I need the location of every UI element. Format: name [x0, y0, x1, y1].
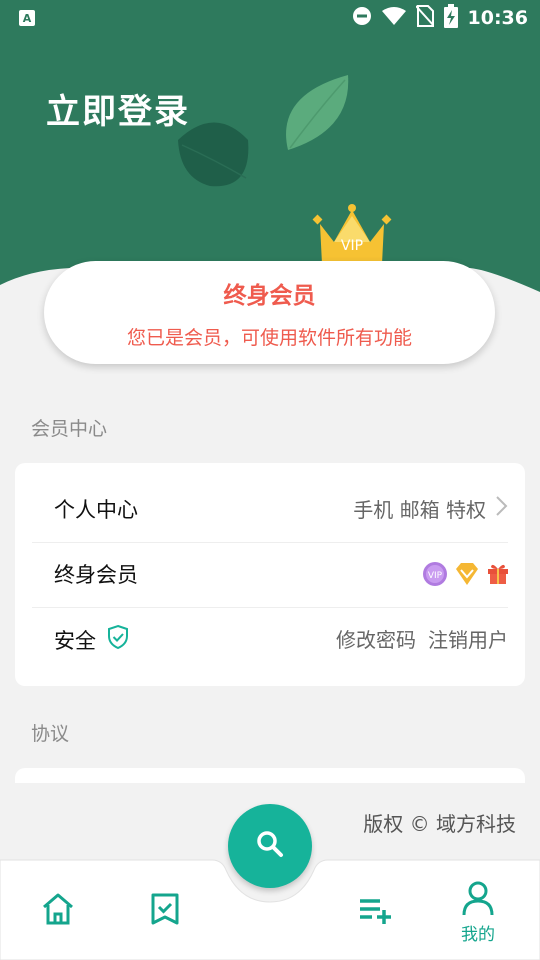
section-label-member-center: 会员中心 — [31, 418, 108, 440]
nav-bookmarks[interactable] — [148, 892, 182, 930]
membership-subtitle: 您已是会员，可使用软件所有功能 — [126, 327, 412, 349]
row-personal-center-label: 个人中心 — [54, 498, 138, 522]
playlist-add-icon — [358, 896, 392, 928]
copyright-text: 版权 © 域方科技 — [363, 812, 516, 836]
vip-badge-icon: VIP — [422, 561, 448, 592]
row-security-label: 安全 — [54, 628, 96, 653]
wifi-icon — [381, 6, 406, 30]
vip-crown-icon: VIP — [312, 202, 392, 268]
shield-check-icon — [106, 624, 130, 655]
membership-card[interactable]: 终身会员 您已是会员，可使用软件所有功能 — [44, 261, 495, 364]
search-icon — [254, 828, 286, 864]
crown-vip-text: VIP — [341, 238, 363, 254]
row-lifetime-member[interactable]: 终身会员 VIP — [32, 543, 508, 608]
battery-charging-icon — [443, 4, 458, 32]
header: A 10:36 立即登录 — [0, 0, 540, 300]
status-bar: A 10:36 — [0, 0, 540, 36]
no-sim-icon — [414, 5, 435, 31]
change-password-link[interactable]: 修改密码 — [336, 624, 416, 653]
nav-home[interactable] — [40, 892, 76, 930]
dnd-icon — [352, 6, 372, 30]
status-time: 10:36 — [467, 7, 528, 29]
delete-account-link[interactable]: 注销用户 — [428, 624, 508, 653]
keyboard-a-icon: A — [18, 9, 36, 31]
svg-text:VIP: VIP — [428, 571, 443, 581]
home-icon — [40, 892, 76, 930]
chevron-right-icon — [494, 495, 508, 522]
row-personal-center-detail: 手机 邮箱 特权 — [353, 498, 486, 522]
svg-text:A: A — [23, 12, 32, 25]
membership-title: 终身会员 — [223, 283, 316, 309]
search-button[interactable] — [228, 804, 312, 888]
login-button[interactable]: 立即登录 — [46, 84, 190, 133]
row-security[interactable]: 安全 修改密码 注销用户 — [32, 608, 508, 673]
gift-icon — [486, 562, 510, 591]
nav-playlist-add[interactable] — [358, 896, 392, 928]
nav-mine-label: 我的 — [461, 925, 495, 945]
diamond-icon — [454, 562, 480, 591]
header-background — [0, 0, 540, 292]
row-personal-center[interactable]: 个人中心 手机 邮箱 特权 — [32, 478, 508, 543]
row-lifetime-member-label: 终身会员 — [54, 563, 138, 587]
member-center-card: 个人中心 手机 邮箱 特权 终身会员 VIP 安全 修改密码 注销用户 — [15, 463, 525, 686]
nav-mine[interactable]: 我的 — [460, 880, 496, 945]
person-icon — [460, 880, 496, 920]
section-label-agreements: 协议 — [31, 723, 70, 745]
bookmark-check-icon — [148, 892, 182, 930]
